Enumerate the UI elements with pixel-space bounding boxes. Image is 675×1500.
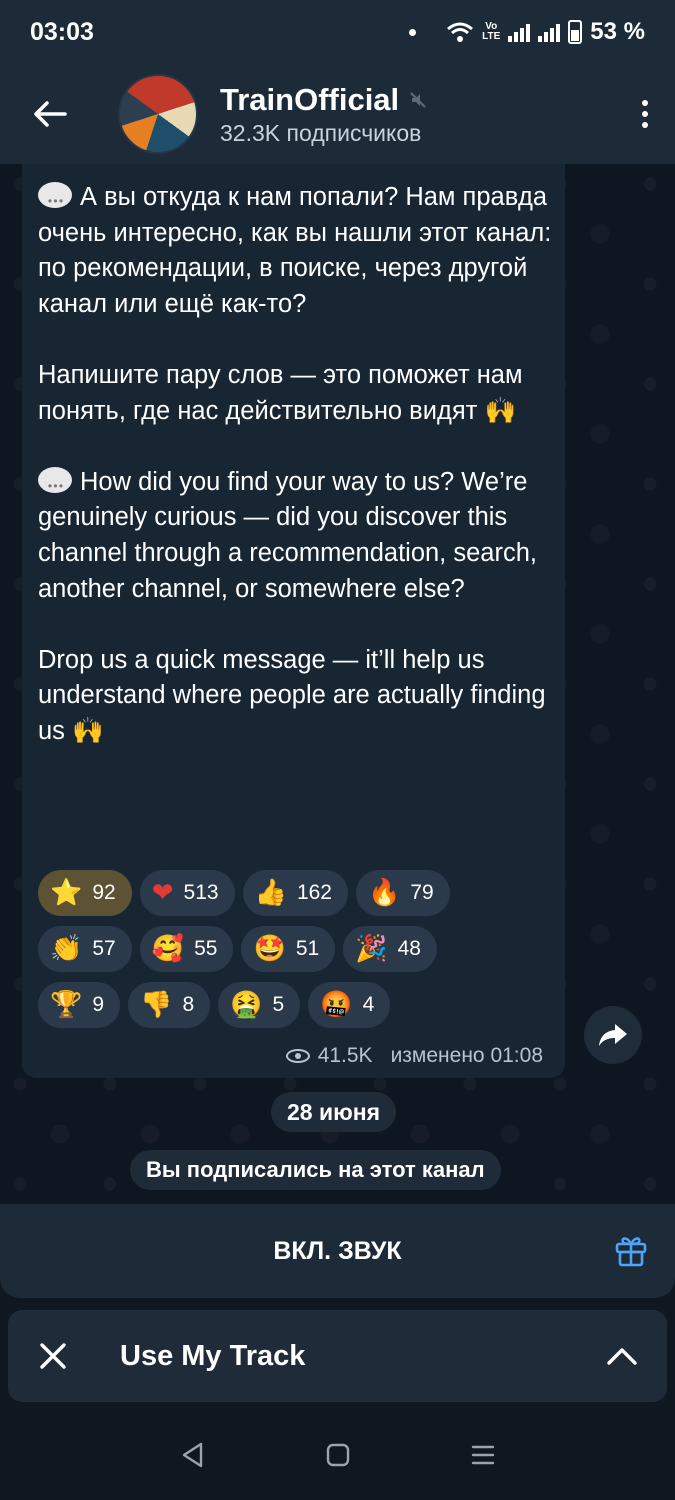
- reaction-count: 51: [295, 937, 320, 960]
- reaction-clap[interactable]: 👏 57: [38, 926, 132, 972]
- message-en-call: Drop us a quick message — it’ll help us …: [38, 645, 546, 745]
- reaction-count: 8: [182, 993, 195, 1016]
- more-options-button[interactable]: [615, 64, 675, 164]
- nav-back-icon[interactable]: [181, 1442, 205, 1468]
- music-player-bar[interactable]: Use My Track: [8, 1310, 667, 1402]
- reaction-row: ⭐ 92 ❤ 513 👍 162 🔥 79: [38, 870, 558, 916]
- system-nav-bar: [0, 1410, 675, 1500]
- status-bar: 03:03 Vo LTE 53 %: [0, 0, 675, 64]
- reaction-count: 92: [92, 881, 116, 904]
- vomiting-face-icon: 🤮: [230, 990, 263, 1020]
- speech-balloon-icon: [38, 466, 72, 504]
- reaction-count: 57: [92, 937, 116, 960]
- message-paragraph: А вы откуда к нам попали? Нам правда оче…: [38, 180, 558, 322]
- chat-area[interactable]: А вы откуда к нам попали? Нам правда оче…: [0, 164, 675, 1204]
- notification-dot-icon: [409, 28, 417, 36]
- raised-hands-icon: 🙌: [72, 715, 104, 746]
- share-arrow-icon: [599, 1024, 627, 1046]
- status-icons: Vo LTE 53 %: [409, 18, 645, 46]
- player-track-title[interactable]: Use My Track: [120, 1340, 305, 1373]
- service-message: Вы подписались на этот канал: [130, 1150, 501, 1190]
- reaction-count: 5: [272, 993, 285, 1016]
- speech-balloon-icon: [38, 182, 72, 220]
- arrow-left-icon: [34, 101, 67, 127]
- reaction-party[interactable]: 🎉 48: [343, 926, 437, 972]
- channel-name-row: TrainOfficial: [220, 82, 427, 118]
- reaction-star-struck[interactable]: 🤩 51: [241, 926, 336, 972]
- message-meta: 41.5K изменено 01:08: [285, 1044, 543, 1068]
- reaction-count: 55: [194, 937, 218, 960]
- reaction-count: 513: [183, 881, 219, 904]
- reaction-row: 👏 57 🥰 55 🤩 51 🎉 48: [38, 926, 558, 972]
- back-button[interactable]: [0, 64, 100, 164]
- share-button[interactable]: [584, 1006, 642, 1064]
- dot-icon: [642, 100, 648, 106]
- reaction-count: 48: [397, 937, 421, 960]
- smiling-hearts-icon: 🥰: [151, 934, 185, 964]
- battery-icon: [568, 20, 583, 44]
- reaction-count: 9: [92, 993, 105, 1016]
- party-popper-icon: 🎉: [355, 934, 388, 964]
- star-icon: ⭐: [50, 878, 83, 908]
- reaction-smiling-hearts[interactable]: 🥰 55: [139, 926, 234, 972]
- message-paragraph: How did you find your way to us? We’re g…: [38, 465, 558, 607]
- reaction-heart[interactable]: ❤ 513: [139, 870, 235, 916]
- reaction-count: 162: [296, 881, 332, 904]
- subscriber-count: 32.3K подписчиков: [220, 119, 422, 146]
- chat-header: TrainOfficial 32.3K подписчиков: [0, 64, 675, 164]
- unmute-bar: ВКЛ. ЗВУК: [0, 1204, 675, 1298]
- close-player-button[interactable]: [8, 1310, 98, 1402]
- date-separator: 28 июня: [271, 1092, 397, 1132]
- eye-icon: [285, 1049, 310, 1063]
- nav-menu-icon[interactable]: [471, 1444, 495, 1466]
- gift-icon[interactable]: [613, 1232, 649, 1268]
- thumbs-down-icon: 👎: [140, 990, 173, 1020]
- chevron-up-icon: [607, 1348, 637, 1365]
- view-count: 41.5K: [317, 1044, 373, 1067]
- reaction-vomit[interactable]: 🤮 5: [218, 982, 301, 1028]
- status-time: 03:03: [30, 17, 94, 46]
- reaction-count: 4: [362, 993, 375, 1016]
- message-en-question: How did you find your way to us? We’re g…: [38, 467, 537, 603]
- reaction-thumbs-down[interactable]: 👎 8: [128, 982, 211, 1028]
- expand-player-button[interactable]: [577, 1310, 667, 1402]
- channel-title-block[interactable]: TrainOfficial 32.3K подписчиков: [220, 82, 427, 147]
- mute-icon: [410, 91, 426, 108]
- message-ru-question: А вы откуда к нам попали? Нам правда оче…: [38, 183, 552, 318]
- volte-icon: Vo LTE: [482, 21, 501, 42]
- reaction-cursing[interactable]: 🤬 4: [308, 982, 391, 1028]
- channel-avatar[interactable]: [118, 74, 198, 154]
- thumbs-up-icon: 👍: [254, 878, 287, 908]
- wifi-icon: [447, 22, 474, 42]
- channel-name: TrainOfficial: [220, 81, 400, 117]
- signal-icon-2: [538, 22, 561, 42]
- dot-icon: [642, 122, 648, 128]
- reaction-star[interactable]: ⭐ 92: [38, 870, 132, 916]
- reaction-fire[interactable]: 🔥 79: [356, 870, 450, 916]
- message-paragraph: Drop us a quick message — it’ll help us …: [38, 643, 558, 750]
- message-paragraph: Напишите пару слов — это поможет нам пон…: [38, 358, 558, 429]
- star-struck-icon: 🤩: [253, 934, 286, 964]
- heart-icon: ❤: [151, 878, 174, 908]
- cursing-face-icon: 🤬: [320, 990, 353, 1020]
- raised-hands-icon: 🙌: [484, 395, 517, 426]
- close-icon: [40, 1343, 66, 1369]
- signal-icon: [508, 22, 531, 42]
- message-ru-call: Напишите пару слов — это поможет нам пон…: [38, 360, 523, 425]
- reaction-count: 79: [410, 881, 434, 904]
- trophy-icon: 🏆: [50, 990, 83, 1020]
- edited-label: изменено 01:08: [390, 1044, 543, 1067]
- reaction-trophy[interactable]: 🏆 9: [38, 982, 121, 1028]
- reactions: ⭐ 92 ❤ 513 👍 162 🔥 79 👏 57 🥰 55 🤩 51 🎉 48 🏆 9 👎 8 …: [38, 870, 558, 1038]
- reaction-row: 🏆 9 👎 8 🤮 5 🤬 4: [38, 982, 558, 1028]
- battery-level: 53 %: [590, 18, 645, 45]
- message-text: А вы откуда к нам попали? Нам правда оче…: [38, 180, 558, 750]
- unmute-button[interactable]: ВКЛ. ЗВУК: [273, 1237, 401, 1266]
- message-bubble[interactable]: А вы откуда к нам попали? Нам правда оче…: [22, 164, 565, 1078]
- nav-home-icon[interactable]: [326, 1443, 350, 1467]
- dot-icon: [642, 111, 648, 117]
- clapping-hands-icon: 👏: [50, 934, 83, 964]
- fire-icon: 🔥: [368, 878, 401, 908]
- reaction-thumbs-up[interactable]: 👍 162: [242, 870, 348, 916]
